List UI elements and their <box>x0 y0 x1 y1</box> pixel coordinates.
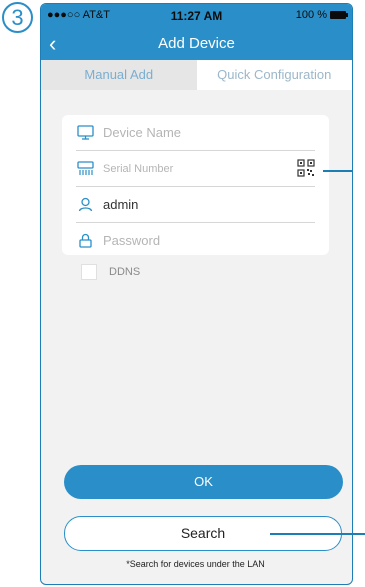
page-title: Add Device <box>158 35 235 52</box>
callout-line-search <box>270 533 365 535</box>
device-name-field[interactable]: Device Name <box>76 115 315 151</box>
battery-status: 100 % <box>295 9 348 21</box>
search-hint: *Search for devices under the LAN <box>126 559 265 569</box>
serial-number-field[interactable]: Serial Number <box>76 151 315 187</box>
callout-line-qr <box>323 170 352 172</box>
password-input[interactable]: Password <box>103 233 160 248</box>
nav-bar: ‹ Add Device <box>41 28 352 60</box>
ddns-option[interactable]: DDNS <box>81 264 140 280</box>
username-input[interactable]: admin <box>103 197 138 212</box>
ok-button[interactable]: OK <box>64 465 343 499</box>
password-field[interactable]: Password <box>76 223 315 258</box>
status-bar: ●●●○○ AT&T 11:27 AM 100 % <box>41 4 352 28</box>
battery-icon <box>330 11 348 19</box>
ddns-checkbox[interactable] <box>81 264 97 280</box>
device-name-input[interactable]: Device Name <box>103 125 181 140</box>
tab-bar: Manual Add Quick Configuration <box>41 60 352 90</box>
qr-code-scan-icon[interactable] <box>297 159 315 177</box>
battery-percent: 100 % <box>295 9 327 21</box>
step-number-badge: 3 <box>2 2 33 33</box>
ddns-label: DDNS <box>109 266 141 278</box>
user-icon <box>76 196 94 214</box>
tab-quick-configuration[interactable]: Quick Configuration <box>196 60 352 90</box>
monitor-icon <box>76 124 94 142</box>
serial-device-icon <box>76 160 94 178</box>
device-form: Device Name Serial Number admin Password <box>62 115 329 255</box>
username-field[interactable]: admin <box>76 187 315 223</box>
serial-number-input[interactable]: Serial Number <box>103 163 173 175</box>
tab-manual-add[interactable]: Manual Add <box>41 60 197 90</box>
lock-icon <box>76 232 94 250</box>
